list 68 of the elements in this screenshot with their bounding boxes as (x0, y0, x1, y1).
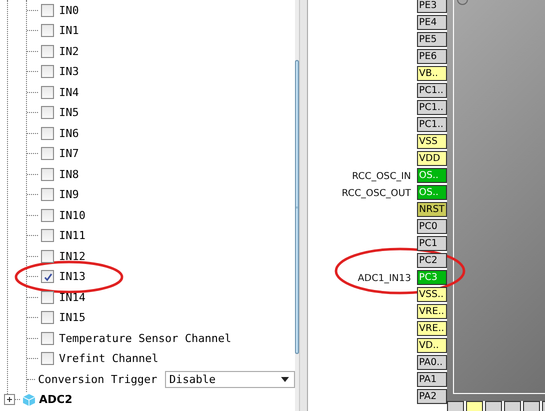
checkbox[interactable] (41, 270, 54, 284)
checkbox[interactable] (41, 126, 54, 140)
channel-label: IN10 (59, 208, 86, 222)
pin[interactable]: VD.. (417, 338, 447, 353)
channel-label: IN13 (59, 270, 86, 284)
pin[interactable]: VRE.. (417, 304, 447, 319)
conversion-trigger-dropdown[interactable]: Disable (165, 370, 296, 388)
channel-label: IN0 (59, 4, 79, 17)
pin[interactable]: PA1 (417, 372, 447, 387)
pin[interactable]: PA0.. (417, 355, 447, 370)
conversion-trigger-label: Conversion Trigger (38, 372, 158, 386)
channel-label: IN1 (59, 24, 79, 38)
checkbox[interactable] (41, 168, 54, 181)
signal-label: RCC_OSC_OUT (342, 188, 411, 199)
pin[interactable]: PE5 (417, 32, 447, 47)
tree-node-label[interactable]: ADC2 (39, 393, 72, 406)
pin[interactable]: PC1.. (417, 100, 447, 115)
pin[interactable]: VB.. (417, 66, 447, 81)
channel-label: IN6 (59, 126, 79, 140)
channel-label: IN12 (59, 250, 86, 263)
pin[interactable]: VDD (417, 151, 447, 166)
pin[interactable]: PA2 (417, 389, 447, 404)
checkbox[interactable] (41, 86, 54, 99)
channel-label: Temperature Sensor Channel (59, 332, 232, 345)
checkbox[interactable] (41, 44, 54, 58)
checkbox[interactable] (41, 229, 54, 242)
pin[interactable]: PE4 (417, 15, 447, 30)
pin[interactable]: PC1.. (417, 83, 447, 98)
pin[interactable]: PE6 (417, 49, 447, 64)
pin[interactable]: PE3 (417, 0, 447, 13)
pin[interactable]: PC1 (417, 236, 447, 251)
channel-label: IN4 (59, 86, 79, 99)
checkbox[interactable] (41, 147, 54, 160)
cube-icon (22, 392, 36, 407)
channel-label: IN14 (59, 290, 86, 304)
channel-label: IN9 (59, 188, 79, 202)
checkbox[interactable] (41, 188, 54, 202)
expand-icon[interactable] (4, 394, 15, 406)
scrollbar[interactable] (295, 0, 299, 411)
scrollbar-thumb[interactable] (295, 60, 299, 354)
pin[interactable]: VSS (417, 134, 447, 149)
checkbox[interactable] (41, 332, 54, 345)
channel-label: IN2 (59, 44, 79, 58)
pin[interactable]: VSS.. (417, 287, 447, 302)
pin[interactable]: PC0 (417, 219, 447, 234)
checkbox[interactable] (41, 290, 54, 304)
channel-label: IN8 (59, 168, 79, 181)
pin[interactable]: PC1.. (417, 117, 447, 132)
checkbox[interactable] (41, 106, 54, 120)
checkbox[interactable] (41, 4, 54, 17)
caret-icon (281, 376, 290, 382)
channel-label: Vrefint Channel (59, 352, 158, 366)
channel-label: IN15 (59, 311, 86, 324)
signal-label: ADC1_IN13 (358, 273, 411, 284)
checkbox[interactable] (41, 208, 54, 222)
channel-label: IN7 (59, 147, 79, 160)
pin[interactable]: VRE.. (417, 321, 447, 336)
checkbox[interactable] (41, 311, 54, 324)
checkbox[interactable] (41, 352, 54, 366)
pin[interactable]: PC2 (417, 253, 447, 268)
channel-label: IN11 (59, 229, 86, 242)
channel-label: IN3 (59, 65, 79, 78)
checkbox[interactable] (41, 65, 54, 78)
pin[interactable]: NRST (417, 202, 447, 217)
signal-label: RCC_OSC_IN (352, 171, 411, 182)
checkbox[interactable] (41, 24, 54, 38)
checkbox[interactable] (41, 250, 54, 263)
channel-label: IN5 (59, 106, 79, 120)
